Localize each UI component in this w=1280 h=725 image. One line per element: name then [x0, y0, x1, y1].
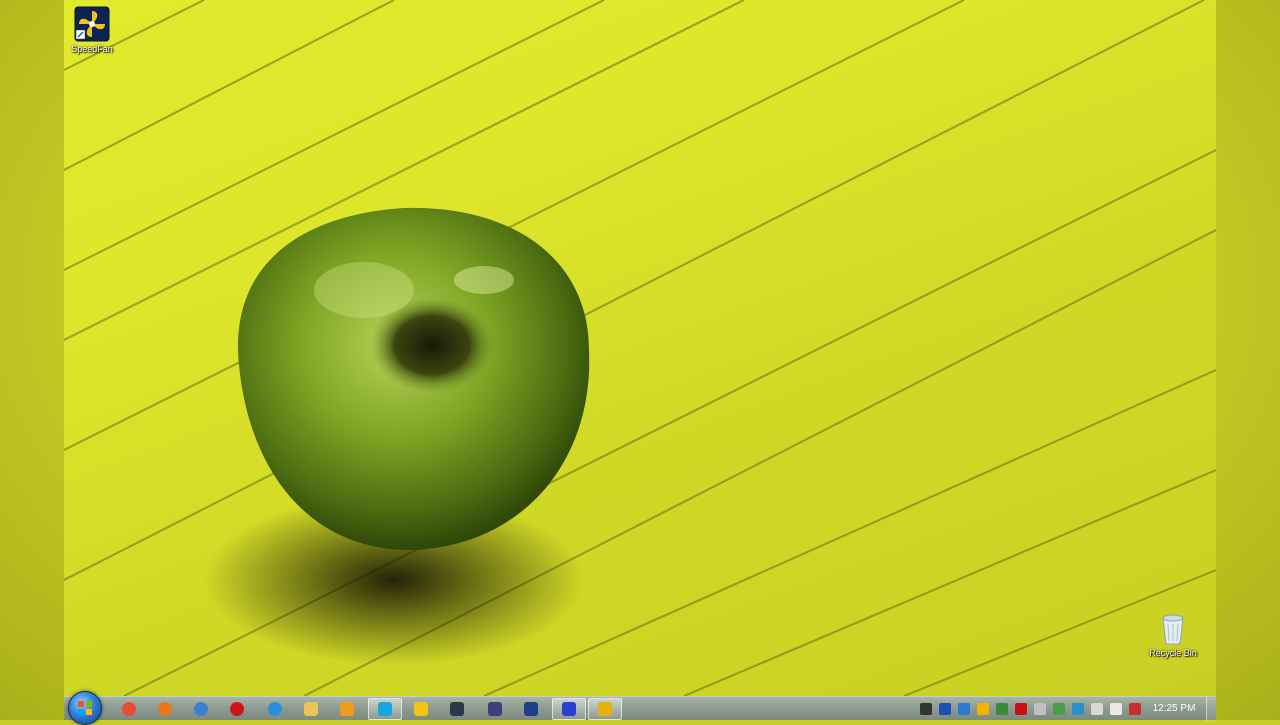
figure-icon[interactable] — [977, 703, 989, 715]
taskbar-folder-button[interactable] — [294, 698, 328, 720]
after-effects-icon — [488, 702, 502, 716]
adobe-icon[interactable] — [1015, 703, 1027, 715]
desktop-icon-recycle-bin[interactable]: Recycle Bin — [1138, 612, 1208, 658]
taskbar-firefox-button[interactable] — [148, 698, 182, 720]
color-grid-icon[interactable] — [1053, 703, 1065, 715]
taskbar-chrome-button[interactable] — [112, 698, 146, 720]
windows-flag-icon[interactable] — [996, 703, 1008, 715]
taskbar-globe-button[interactable] — [184, 698, 218, 720]
camera-icon — [450, 702, 464, 716]
flag-icon[interactable] — [1129, 703, 1141, 715]
clock[interactable]: 12:25 PM — [1144, 703, 1204, 714]
notification-area: 12:25 PM — [916, 697, 1216, 721]
internet-explorer-icon — [268, 702, 282, 716]
wallpaper-apple — [64, 0, 1216, 696]
taskbar-internet-explorer-button[interactable] — [258, 698, 292, 720]
taskbar-winamp-button[interactable] — [588, 698, 622, 720]
steam-icon[interactable] — [958, 703, 970, 715]
chrome-icon — [122, 702, 136, 716]
firefox-icon — [158, 702, 172, 716]
taskbar-media-player-button[interactable] — [330, 698, 364, 720]
volume-icon[interactable] — [1110, 703, 1122, 715]
taskbar-photoshop-button[interactable] — [514, 698, 548, 720]
recycle-bin-icon — [1162, 614, 1184, 645]
show-desktop-button[interactable] — [1206, 697, 1216, 721]
desktop-icon-speedfan[interactable]: SpeedFan — [64, 6, 127, 54]
smiley-icon — [414, 702, 428, 716]
globe-icon — [194, 702, 208, 716]
photoshop-icon — [524, 702, 538, 716]
winamp-icon — [598, 702, 612, 716]
display-icon[interactable] — [1091, 703, 1103, 715]
taskbar-camera-button[interactable] — [440, 698, 474, 720]
folder-icon — [304, 702, 318, 716]
letterbox-frame: SpeedFan Recycle Bin 12:25 PM — [0, 0, 1280, 725]
desktop-icon-label: Recycle Bin — [1149, 648, 1197, 658]
desktop-icon-label: SpeedFan — [71, 44, 113, 54]
screen-recorder-icon — [562, 702, 576, 716]
skype-icon — [378, 702, 392, 716]
gear-icon[interactable] — [1072, 703, 1084, 715]
taskbar-smiley-button[interactable] — [404, 698, 438, 720]
taskbar-skype-button[interactable] — [368, 698, 402, 720]
desktop[interactable]: SpeedFan Recycle Bin — [64, 0, 1216, 696]
speedfan-fan-icon — [74, 6, 110, 42]
windows-start-orb — [78, 701, 92, 715]
monitor-icon[interactable] — [939, 703, 951, 715]
opera-icon — [230, 702, 244, 716]
taskbar-after-effects-button[interactable] — [478, 698, 512, 720]
tools-icon[interactable] — [1034, 703, 1046, 715]
taskbar-screen-recorder-button[interactable] — [552, 698, 586, 720]
network-icon[interactable] — [920, 703, 932, 715]
media-player-icon — [340, 702, 354, 716]
taskbar: 12:25 PM — [64, 691, 1216, 725]
taskbar-opera-button[interactable] — [220, 698, 254, 720]
